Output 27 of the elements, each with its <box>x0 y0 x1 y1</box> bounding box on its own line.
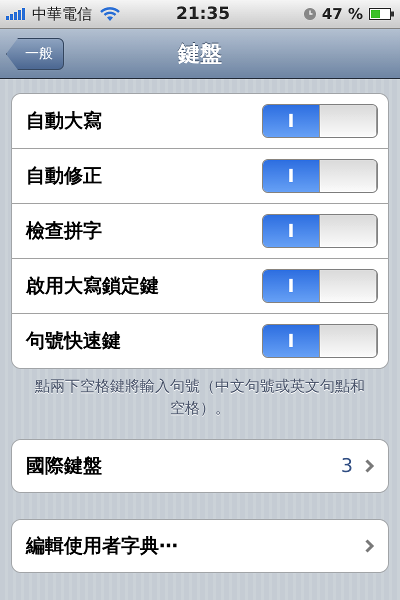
clock-time: 21:35 <box>176 4 230 24</box>
toggle-switch[interactable]: I <box>262 214 378 248</box>
carrier-name: 中華電信 <box>32 4 92 24</box>
setting-label: 啟用大寫鎖定鍵 <box>26 274 159 299</box>
back-button[interactable]: 一般 <box>6 38 64 70</box>
wifi-icon <box>100 7 120 21</box>
chevron-icon <box>365 459 374 473</box>
setting-label: 自動大寫 <box>26 109 102 134</box>
setting-label: 自動修正 <box>26 164 102 189</box>
battery-icon <box>369 8 394 20</box>
toggle-switch[interactable]: I <box>262 159 378 193</box>
battery-percent: 47 % <box>322 5 363 23</box>
toggle-switch[interactable]: I <box>262 324 378 358</box>
setting-value: 3 <box>340 455 353 477</box>
settings-row[interactable]: 編輯使用者字典⋯ <box>11 519 389 573</box>
setting-label: 編輯使用者字典⋯ <box>26 534 178 559</box>
chevron-icon <box>365 539 374 553</box>
toggle-switch[interactable]: I <box>262 104 378 138</box>
page-title: 鍵盤 <box>178 40 222 68</box>
footer-note: 點兩下空格鍵將輸入句號（中文句號或英文句點和空格）。 <box>34 376 366 419</box>
setting-label: 句號快速鍵 <box>26 329 121 354</box>
setting-label: 檢查拼字 <box>26 219 102 244</box>
settings-row[interactable]: 國際鍵盤 3 <box>11 439 389 493</box>
clock-icon <box>304 8 316 20</box>
signal-icon <box>6 8 26 20</box>
setting-label: 國際鍵盤 <box>26 454 102 479</box>
toggle-switch[interactable]: I <box>262 269 378 303</box>
